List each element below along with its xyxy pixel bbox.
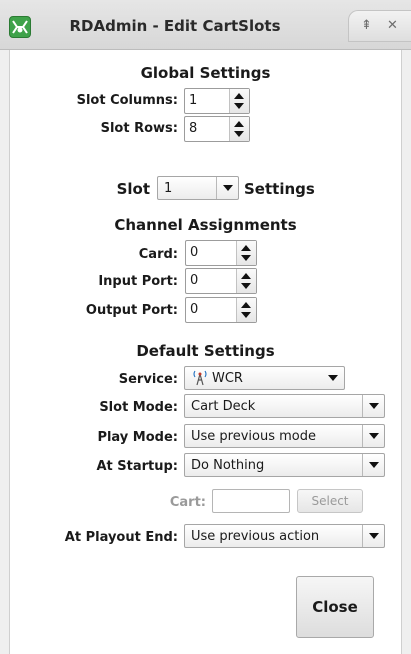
decrement-arrow-icon[interactable] <box>241 312 251 318</box>
slot-mode-label: Slot Mode: <box>99 400 178 415</box>
card-value[interactable]: 0 <box>190 245 198 260</box>
slot-columns-stepper[interactable] <box>229 89 249 113</box>
dropdown-arrow-icon[interactable] <box>362 395 384 417</box>
cart-input[interactable] <box>212 489 290 513</box>
increment-arrow-icon[interactable] <box>234 93 244 99</box>
channel-assignments-heading: Channel Assignments <box>114 216 297 234</box>
card-spinbox[interactable]: 0 <box>185 240 257 266</box>
dropdown-arrow-icon[interactable] <box>322 367 344 389</box>
card-stepper[interactable] <box>236 241 256 265</box>
output-port-label: Output Port: <box>85 303 178 318</box>
window-controls: ⇞ ✕ <box>348 10 411 42</box>
service-dropdown[interactable]: WCR <box>184 366 345 390</box>
service-label: Service: <box>118 372 178 387</box>
slot-prefix-label: Slot <box>116 180 150 198</box>
input-port-value[interactable]: 0 <box>190 273 198 288</box>
card-label: Card: <box>138 247 178 262</box>
select-cart-button[interactable]: Select <box>297 489 363 513</box>
at-startup-label: At Startup: <box>96 459 178 474</box>
dropdown-arrow-icon[interactable] <box>216 177 238 199</box>
play-mode-label: Play Mode: <box>97 430 178 445</box>
at-playout-end-label: At Playout End: <box>64 530 178 545</box>
default-settings-heading: Default Settings <box>136 342 275 360</box>
slot-mode-dropdown[interactable]: Cart Deck <box>184 394 385 418</box>
tower-icon <box>193 370 207 386</box>
cart-label: Cart: <box>169 495 206 510</box>
restore-icon[interactable]: ⇞ <box>361 18 372 33</box>
decrement-arrow-icon[interactable] <box>241 255 251 261</box>
slot-number-value: 1 <box>164 181 173 196</box>
global-settings-heading: Global Settings <box>140 64 271 82</box>
input-port-stepper[interactable] <box>236 269 256 293</box>
increment-arrow-icon[interactable] <box>241 273 251 279</box>
slot-settings-suffix-label: Settings <box>244 180 315 198</box>
at-startup-dropdown[interactable]: Do Nothing <box>184 453 385 477</box>
slot-rows-value[interactable]: 8 <box>189 121 197 136</box>
slot-rows-label: Slot Rows: <box>100 121 178 136</box>
output-port-stepper[interactable] <box>236 298 256 322</box>
input-port-label: Input Port: <box>98 274 178 289</box>
slot-rows-spinbox[interactable]: 8 <box>184 116 250 142</box>
decrement-arrow-icon[interactable] <box>241 283 251 289</box>
dropdown-arrow-icon[interactable] <box>362 525 384 547</box>
service-value: WCR <box>212 371 243 386</box>
at-playout-end-value: Use previous action <box>191 529 320 544</box>
slot-columns-label: Slot Columns: <box>76 93 178 108</box>
play-mode-dropdown[interactable]: Use previous mode <box>184 424 385 448</box>
play-mode-value: Use previous mode <box>191 429 316 444</box>
window-title: RDAdmin - Edit CartSlots <box>69 17 281 35</box>
slot-mode-value: Cart Deck <box>191 399 256 414</box>
increment-arrow-icon[interactable] <box>241 245 251 251</box>
slot-number-dropdown[interactable]: 1 <box>157 176 239 200</box>
increment-arrow-icon[interactable] <box>241 302 251 308</box>
at-startup-value: Do Nothing <box>191 458 265 473</box>
close-button[interactable]: Close <box>296 576 374 638</box>
at-playout-end-dropdown[interactable]: Use previous action <box>184 524 385 548</box>
slot-columns-spinbox[interactable]: 1 <box>184 88 250 114</box>
slot-rows-stepper[interactable] <box>229 117 249 141</box>
slot-columns-value[interactable]: 1 <box>189 93 197 108</box>
decrement-arrow-icon[interactable] <box>234 131 244 137</box>
input-port-spinbox[interactable]: 0 <box>185 268 257 294</box>
dropdown-arrow-icon[interactable] <box>362 454 384 476</box>
decrement-arrow-icon[interactable] <box>234 103 244 109</box>
increment-arrow-icon[interactable] <box>234 121 244 127</box>
close-window-icon[interactable]: ✕ <box>387 18 398 33</box>
dropdown-arrow-icon[interactable] <box>362 425 384 447</box>
output-port-spinbox[interactable]: 0 <box>185 297 257 323</box>
output-port-value[interactable]: 0 <box>190 302 198 317</box>
title-bar[interactable]: RDAdmin - Edit CartSlots ⇞ ✕ <box>0 0 411 50</box>
